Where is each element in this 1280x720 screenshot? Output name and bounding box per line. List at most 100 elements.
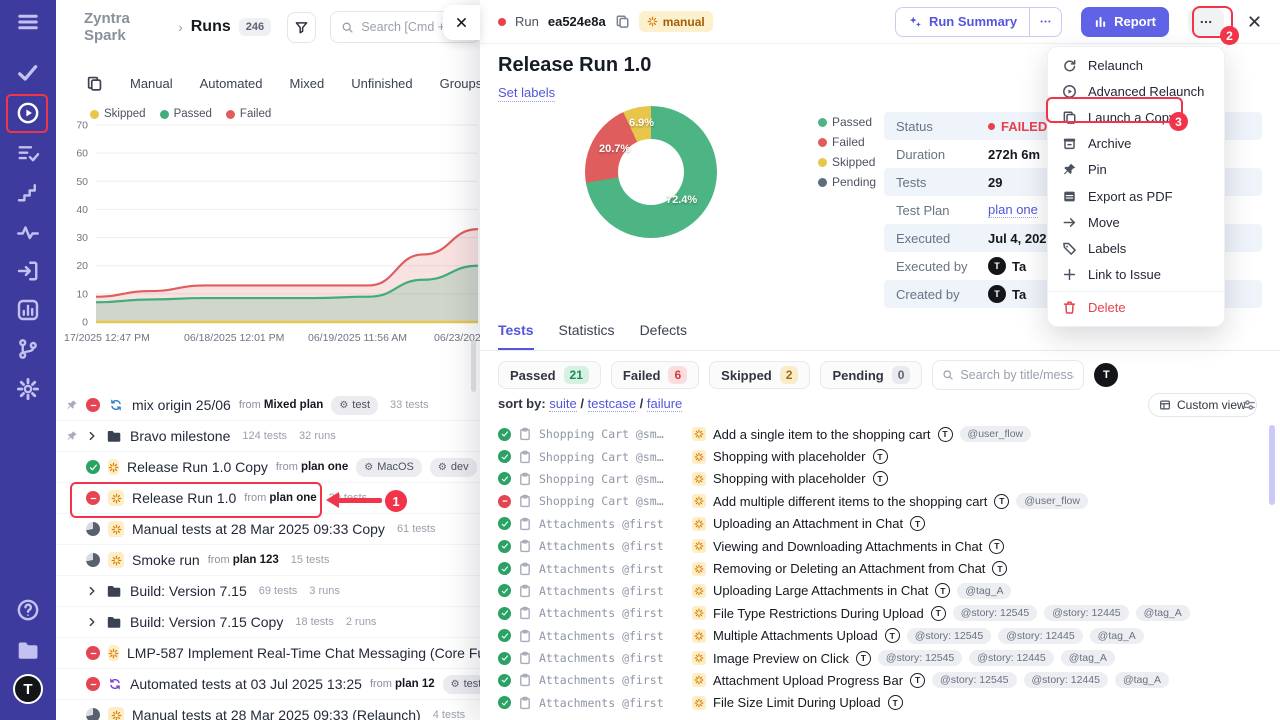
chevron-right-icon[interactable]: [86, 585, 98, 597]
test-list-row[interactable]: Attachments @firstImage Preview on Click…: [498, 647, 1268, 669]
test-title[interactable]: Image Preview on Click: [713, 651, 849, 666]
check-icon[interactable]: [16, 61, 40, 85]
runs-list-item[interactable]: Automated tests at 03 Jul 2025 13:25 from…: [56, 669, 480, 700]
test-title[interactable]: Shopping with placeholder: [713, 449, 866, 464]
filter-chip-skipped[interactable]: Skipped2: [709, 361, 810, 389]
gear-icon[interactable]: [16, 377, 40, 401]
test-title[interactable]: Shopping with placeholder: [713, 471, 866, 486]
run-title[interactable]: Bravo milestone: [130, 428, 230, 444]
drawer-close-x-icon[interactable]: [1247, 14, 1262, 29]
test-title[interactable]: Removing or Deleting an Attachment from …: [713, 561, 985, 576]
sort-link-testcase[interactable]: testcase: [588, 396, 636, 412]
breadcrumb-project[interactable]: Zyntra Spark: [84, 10, 170, 44]
folder-icon[interactable]: [16, 638, 40, 662]
test-list-row[interactable]: Attachments @firstAttachment Upload Prog…: [498, 669, 1268, 691]
run-summary-button[interactable]: Run Summary: [896, 8, 1029, 36]
runs-tab-mixed[interactable]: Mixed: [290, 76, 325, 91]
test-title[interactable]: Add a single item to the shopping cart: [713, 427, 931, 442]
detail-tab-statistics[interactable]: Statistics: [559, 322, 615, 350]
test-title[interactable]: Attachment Upload Progress Bar: [713, 673, 903, 688]
menu-item-launch-a-copy[interactable]: Launch a Copy: [1048, 104, 1224, 130]
menu-icon[interactable]: [16, 10, 40, 34]
runs-list-item[interactable]: Release Run 1.0from plan one29 tests: [56, 483, 480, 514]
menu-item-move[interactable]: Move: [1048, 209, 1224, 235]
run-from-plan[interactable]: from plan 12: [370, 678, 435, 690]
test-title[interactable]: File Type Restrictions During Upload: [713, 606, 924, 621]
play-circle-icon[interactable]: [16, 101, 40, 125]
report-button[interactable]: Report: [1081, 7, 1169, 37]
test-list-row[interactable]: Attachments @firstViewing and Downloadin…: [498, 535, 1268, 557]
drawer-close-button[interactable]: [443, 5, 480, 40]
runs-tab-manual[interactable]: Manual: [130, 76, 173, 91]
test-list-row[interactable]: Shopping Cart @sm…Shopping with placehol…: [498, 468, 1268, 490]
test-list-row[interactable]: Shopping Cart @sm…Add a single item to t…: [498, 423, 1268, 445]
run-from-plan[interactable]: from plan one: [276, 461, 348, 473]
list-check-icon[interactable]: [16, 141, 40, 165]
run-title[interactable]: Build: Version 7.15: [130, 583, 247, 599]
filter-button[interactable]: [287, 12, 316, 43]
chevron-right-icon[interactable]: [86, 616, 98, 628]
menu-item-archive[interactable]: Archive: [1048, 131, 1224, 157]
test-title[interactable]: Uploading an Attachment in Chat: [713, 516, 903, 531]
runs-tab-automated[interactable]: Automated: [200, 76, 263, 91]
run-title[interactable]: Manual tests at 28 Mar 2025 09:33 Copy: [132, 521, 385, 537]
menu-item-labels[interactable]: Labels: [1048, 235, 1224, 261]
runs-tab-groups[interactable]: Groups: [440, 76, 480, 91]
runs-list-item[interactable]: mix origin 25/06from Mixed plan⚙test33 t…: [56, 390, 480, 421]
runs-panel-scrollbar[interactable]: [471, 340, 476, 392]
filter-chip-pending[interactable]: Pending0: [820, 361, 922, 389]
test-list-row[interactable]: Shopping Cart @sm…Shopping with placehol…: [498, 445, 1268, 467]
run-title[interactable]: mix origin 25/06: [132, 397, 231, 413]
detail-tab-defects[interactable]: Defects: [640, 322, 687, 350]
bar-chart-icon[interactable]: [16, 298, 40, 322]
run-from-plan[interactable]: from plan one: [244, 492, 316, 504]
menu-item-advanced-relaunch[interactable]: Advanced Relaunch: [1048, 78, 1224, 104]
run-title[interactable]: Release Run 1.0: [132, 490, 236, 506]
user-avatar[interactable]: T: [13, 674, 43, 704]
run-title[interactable]: Smoke run: [132, 552, 200, 568]
test-title[interactable]: Multiple Attachments Upload: [713, 628, 878, 643]
run-title[interactable]: Manual tests at 28 Mar 2025 09:33 (Relau…: [132, 707, 421, 720]
select-runs-icon[interactable]: [86, 75, 103, 92]
test-list-row[interactable]: Attachments @firstMultiple Attachments U…: [498, 625, 1268, 647]
copy-run-id-icon[interactable]: [615, 14, 630, 29]
runs-list-item[interactable]: Release Run 1.0 Copyfrom plan one⚙MacOS⚙…: [56, 452, 480, 483]
runs-list-item[interactable]: Manual tests at 28 Mar 2025 09:33 Copy61…: [56, 514, 480, 545]
custom-view-button[interactable]: Custom view: [1148, 393, 1257, 417]
runs-list-item[interactable]: Build: Version 7.1569 tests3 runs: [56, 576, 480, 607]
login-icon[interactable]: [16, 259, 40, 283]
test-title[interactable]: Add multiple different items to the shop…: [713, 494, 987, 509]
runs-tab-unfinished[interactable]: Unfinished: [351, 76, 412, 91]
more-actions-button[interactable]: [1188, 8, 1224, 35]
info-value[interactable]: plan one: [988, 202, 1038, 218]
sort-link-suite[interactable]: suite: [549, 396, 576, 412]
test-list-row[interactable]: Attachments @firstUploading Large Attach…: [498, 580, 1268, 602]
pulse-icon[interactable]: [16, 220, 40, 244]
filter-chip-failed[interactable]: Failed6: [611, 361, 699, 389]
run-title[interactable]: Build: Version 7.15 Copy: [130, 614, 283, 630]
menu-item-link-to-issue[interactable]: Link to Issue: [1048, 262, 1224, 288]
help-icon[interactable]: [16, 598, 40, 622]
run-from-plan[interactable]: from Mixed plan: [239, 399, 324, 411]
test-list-row[interactable]: Attachments @firstFile Size Limit During…: [498, 692, 1268, 714]
sliders-icon[interactable]: [1242, 398, 1256, 412]
run-title[interactable]: Release Run 1.0 Copy: [127, 459, 268, 475]
run-title[interactable]: LMP-587 Implement Real-Time Chat Messagi…: [127, 645, 480, 661]
runs-list-item[interactable]: Smoke runfrom plan 12315 tests: [56, 545, 480, 576]
test-title[interactable]: File Size Limit During Upload: [713, 695, 881, 710]
runs-list-item[interactable]: Build: Version 7.15 Copy18 tests2 runs: [56, 607, 480, 638]
menu-item-export-as-pdf[interactable]: Export as PDF: [1048, 183, 1224, 209]
test-list-row[interactable]: Attachments @firstFile Type Restrictions…: [498, 602, 1268, 624]
runs-list-item[interactable]: Bravo milestone124 tests32 runs: [56, 421, 480, 452]
test-list-row[interactable]: Shopping Cart @sm…Add multiple different…: [498, 490, 1268, 512]
test-list-row[interactable]: Attachments @firstRemoving or Deleting a…: [498, 557, 1268, 579]
test-title[interactable]: Uploading Large Attachments in Chat: [713, 583, 928, 598]
run-from-plan[interactable]: from plan 123: [208, 554, 279, 566]
menu-item-delete[interactable]: Delete: [1048, 295, 1224, 321]
runs-list-item[interactable]: Manual tests at 28 Mar 2025 09:33 (Relau…: [56, 700, 480, 720]
run-title[interactable]: Automated tests at 03 Jul 2025 13:25: [130, 676, 362, 692]
steps-icon[interactable]: [16, 180, 40, 204]
set-labels-link[interactable]: Set labels: [498, 85, 555, 102]
sort-link-failure[interactable]: failure: [647, 396, 682, 412]
assignee-avatar[interactable]: T: [1094, 363, 1118, 387]
